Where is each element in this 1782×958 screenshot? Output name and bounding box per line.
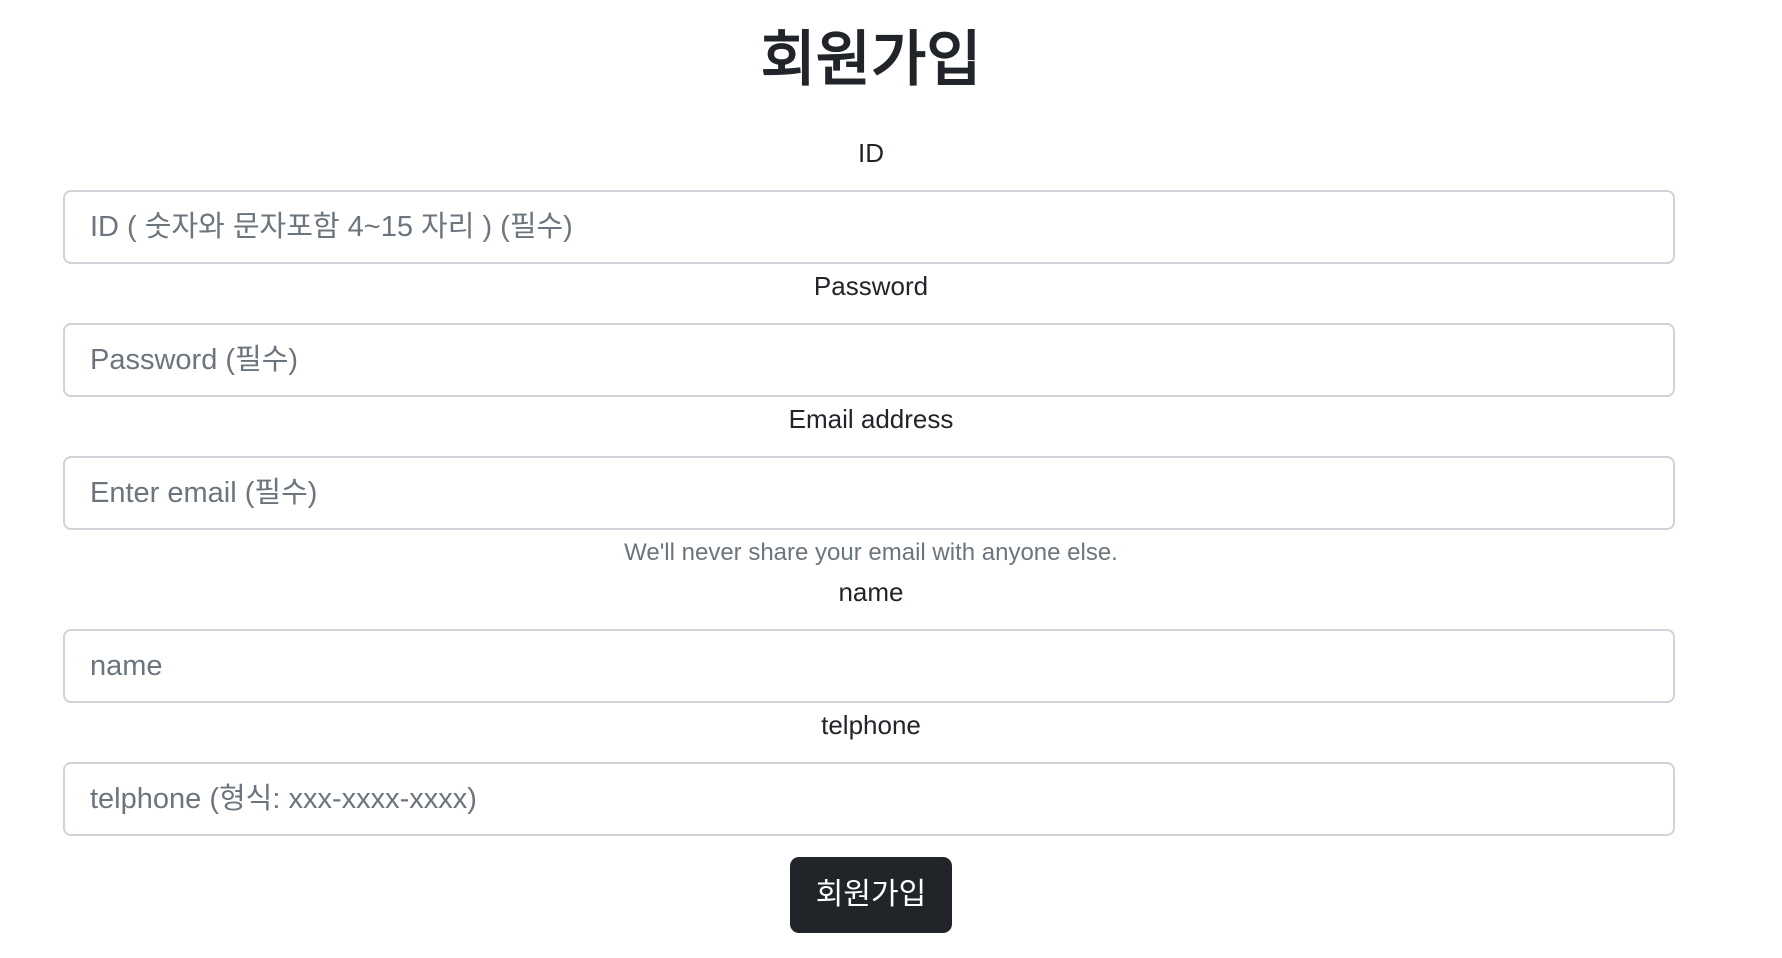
password-input[interactable] bbox=[63, 323, 1675, 397]
email-label: Email address bbox=[788, 404, 954, 434]
signup-page: 회원가입 ID Password Email address We'll nev… bbox=[0, 0, 1782, 958]
id-input[interactable] bbox=[63, 190, 1675, 264]
telphone-input[interactable] bbox=[63, 762, 1675, 836]
name-label: name bbox=[838, 577, 904, 607]
password-label: Password bbox=[813, 271, 929, 301]
page-title: 회원가입 bbox=[760, 26, 982, 93]
signup-submit-button[interactable]: 회원가입 bbox=[790, 857, 952, 933]
name-input[interactable] bbox=[63, 629, 1675, 703]
email-help-text: We'll never share your email with anyone… bbox=[624, 539, 1118, 566]
id-label: ID bbox=[858, 138, 884, 168]
telphone-label: telphone bbox=[821, 710, 921, 740]
email-input[interactable] bbox=[63, 456, 1675, 530]
